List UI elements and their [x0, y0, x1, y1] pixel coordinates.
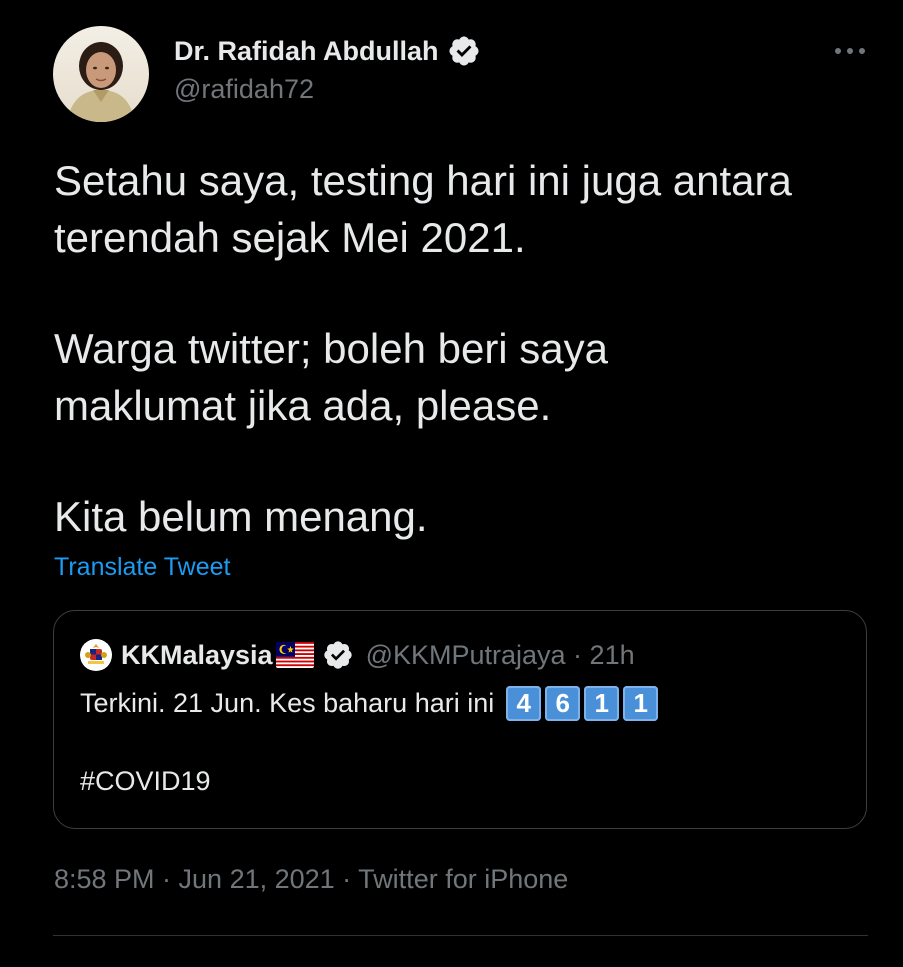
quoted-text: Terkini. 21 Jun. Kes baharu hari ini: [80, 688, 495, 718]
tweet-line: Warga twitter; boleh beri saya: [54, 325, 609, 372]
quoted-handle-time[interactable]: @KKMPutrajaya · 21h: [366, 640, 635, 671]
tweet-paragraph: Kita belum menang.: [54, 488, 874, 545]
keycap-number: 4 6 1 1: [506, 686, 662, 721]
translate-tweet-link[interactable]: Translate Tweet: [54, 553, 230, 582]
dot: [847, 48, 853, 54]
quoted-hashtag[interactable]: #COVID19: [80, 766, 211, 797]
kkm-crest-icon: [81, 640, 111, 670]
dot: [835, 48, 841, 54]
quoted-tweet-header: KKMalaysia @KKMPutrajaya · 21h: [80, 637, 635, 673]
malaysia-flag-icon: [275, 642, 314, 668]
author-name-row[interactable]: Dr. Rafidah Abdullah: [174, 34, 481, 68]
keycap-digit: 1: [623, 686, 659, 721]
tweet-paragraph: Warga twitter; boleh beri saya maklumat …: [54, 320, 874, 434]
tweet-line: Setahu saya, testing hari ini juga antar…: [54, 157, 792, 204]
keycap-digit: 6: [545, 686, 581, 721]
tweet-text: Setahu saya, testing hari ini juga antar…: [54, 152, 874, 545]
more-options-icon[interactable]: [835, 38, 865, 64]
verified-badge-icon: [323, 641, 352, 669]
keycap-digit: 4: [506, 686, 542, 721]
author-name[interactable]: Dr. Rafidah Abdullah: [174, 36, 439, 67]
tweet-line: terendah sejak Mei 2021.: [54, 214, 526, 261]
quoted-author-name[interactable]: KKMalaysia: [121, 640, 273, 671]
author-avatar[interactable]: [53, 26, 149, 122]
quoted-tweet-card[interactable]: KKMalaysia @KKMPutrajaya · 21h Terkini.: [53, 610, 867, 829]
dot: [859, 48, 865, 54]
quoted-avatar[interactable]: [80, 639, 112, 671]
tweet-line: Kita belum menang.: [54, 493, 428, 540]
tweet-line: maklumat jika ada, please.: [54, 382, 552, 429]
author-handle[interactable]: @rafidah72: [174, 74, 314, 105]
profile-photo-icon: [53, 26, 149, 122]
tweet-paragraph: Setahu saya, testing hari ini juga antar…: [54, 152, 874, 266]
verified-badge-icon: [448, 36, 479, 66]
keycap-digit: 1: [584, 686, 620, 721]
quoted-tweet-text: Terkini. 21 Jun. Kes baharu hari ini 4 6…: [80, 686, 662, 721]
tweet-timestamp-source[interactable]: 8:58 PM · Jun 21, 2021 · Twitter for iPh…: [54, 864, 568, 895]
divider: [53, 935, 868, 936]
